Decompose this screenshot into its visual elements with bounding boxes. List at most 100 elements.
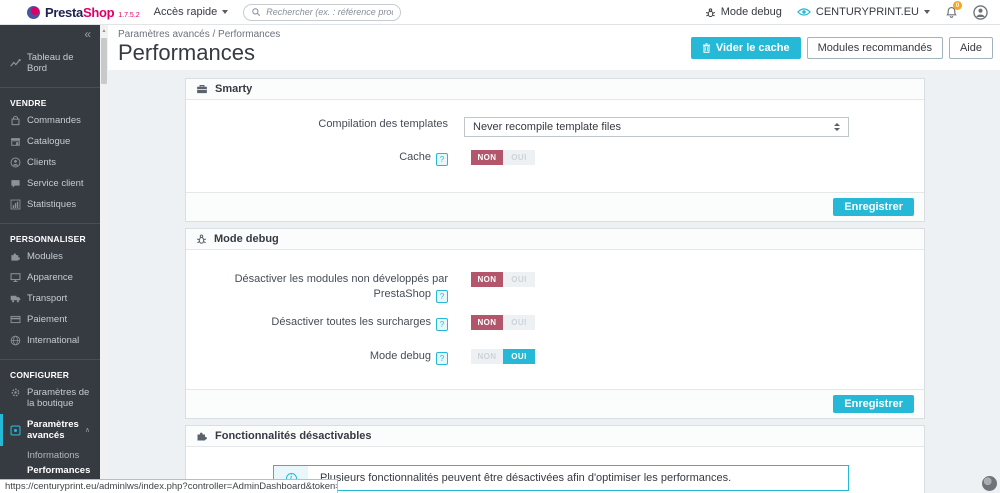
sidebar-item-parametres-boutique[interactable]: Paramètres de la boutique — [0, 382, 100, 414]
bar-chart-icon — [10, 199, 21, 210]
template-compilation-select[interactable]: Never recompile template files — [464, 117, 849, 137]
sidebar-item-commandes[interactable]: Commandes — [0, 110, 100, 131]
select-arrows-icon — [834, 123, 840, 131]
save-button[interactable]: Enregistrer — [833, 198, 914, 216]
toggle-non[interactable]: NON — [471, 272, 503, 287]
divider — [0, 223, 100, 224]
sidebar-item-dashboard[interactable]: Tableau de Bord — [0, 47, 100, 79]
toggle-non[interactable]: NON — [471, 150, 503, 165]
chevron-up-icon: ∧ — [84, 427, 90, 434]
toggle-oui[interactable]: OUI — [503, 349, 535, 364]
quick-access-dropdown[interactable]: Accès rapide — [154, 6, 229, 18]
divider — [0, 87, 100, 88]
overrides-toggle[interactable]: NON OUI — [471, 315, 535, 330]
features-panel-header: Fonctionnalités désactivables — [186, 426, 924, 447]
puzzle-icon — [10, 251, 21, 262]
sidebar-item-international[interactable]: International — [0, 330, 100, 351]
clear-cache-button[interactable]: Vider le cache — [690, 37, 801, 59]
help-label: Aide — [959, 42, 982, 54]
help-icon[interactable]: ? — [436, 290, 448, 303]
sidebar-item-apparence[interactable]: Apparence — [0, 267, 100, 288]
toggle-non[interactable]: NON — [471, 315, 503, 330]
info-alert-text: Plusieurs fonctionnalités peuvent être d… — [320, 472, 732, 484]
sidebar-item-parametres-avances[interactable]: Paramètres avancés ∧ — [0, 414, 100, 446]
toggle-oui[interactable]: OUI — [503, 272, 535, 287]
chevron-down-icon — [222, 10, 229, 14]
sidebar-item-paiement[interactable]: Paiement — [0, 309, 100, 330]
submenu-item-performances[interactable]: Performances — [27, 464, 100, 480]
toggle-oui[interactable]: OUI — [503, 150, 535, 165]
recommended-modules-button[interactable]: Modules recommandés — [806, 37, 943, 59]
page-body: Smarty Compilation des templates Never r… — [108, 70, 1000, 493]
sidebar: « Tableau de Bord VENDRE Commandes Catal… — [0, 25, 100, 493]
save-button[interactable]: Enregistrer — [833, 395, 914, 413]
help-icon[interactable]: ? — [436, 318, 448, 331]
search-input[interactable] — [266, 7, 394, 17]
debug-mode-indicator[interactable]: Mode debug — [705, 6, 782, 18]
sidebar-item-service-client[interactable]: Service client — [0, 173, 100, 194]
sidebar-item-catalogue[interactable]: Catalogue — [0, 131, 100, 152]
sidebar-item-label: Clients — [27, 157, 57, 168]
toggle-oui[interactable]: OUI — [503, 315, 535, 330]
notifications-button[interactable]: 0 — [945, 1, 962, 19]
sidebar-item-label: Commandes — [27, 115, 81, 126]
help-icon[interactable]: ? — [436, 352, 448, 365]
breadcrumb: Paramètres avancés / Performances — [118, 29, 281, 40]
cache-row: Cache? NON OUI — [186, 150, 924, 166]
sidebar-collapse-button[interactable]: « — [0, 25, 100, 41]
bug-icon — [705, 7, 716, 18]
person-icon — [10, 157, 21, 168]
sidebar-item-modules[interactable]: Modules — [0, 246, 100, 267]
prestashop-logo-icon — [27, 5, 40, 19]
user-icon — [973, 4, 988, 20]
topbar-right: Mode debug CENTURYPRINT.EU 0 — [705, 1, 988, 20]
submenu-item-informations[interactable]: Informations — [27, 448, 100, 464]
sidebar-item-label: International — [27, 335, 80, 346]
chat-widget-icon[interactable] — [982, 476, 997, 491]
template-compilation-row: Compilation des templates Never recompil… — [186, 117, 924, 137]
brand-shop: Shop — [82, 4, 115, 20]
debug-mode-toggle[interactable]: NON OUI — [471, 349, 535, 364]
shop-switcher[interactable]: CENTURYPRINT.EU — [796, 6, 930, 18]
non-native-modules-row: Désactiver les modules non développés pa… — [186, 272, 924, 303]
scroll-up-icon[interactable]: ▲ — [100, 25, 108, 37]
help-icon[interactable]: ? — [436, 153, 448, 166]
sidebar-item-label: Tableau de Bord — [27, 52, 74, 74]
account-button[interactable] — [973, 4, 988, 20]
overrides-label: Désactiver toutes les surcharges? — [186, 315, 448, 331]
advanced-settings-icon — [10, 424, 21, 436]
globe-icon — [10, 335, 21, 346]
sidebar-item-transport[interactable]: Transport — [0, 288, 100, 309]
smarty-panel-title: Smarty — [215, 83, 253, 95]
sidebar-item-clients[interactable]: Clients — [0, 152, 100, 173]
prestashop-logo[interactable]: Presta Shop 1.7.5.2 — [27, 5, 140, 20]
debug-panel-header: Mode debug — [186, 229, 924, 250]
main-content: Paramètres avancés / Performances Perfor… — [108, 25, 1000, 493]
scrollbar-thumb[interactable] — [101, 38, 107, 84]
debug-mode-row: Mode debug? NON OUI — [186, 349, 924, 365]
help-button[interactable]: Aide — [948, 37, 993, 59]
smarty-panel-body: Compilation des templates Never recompil… — [186, 100, 924, 192]
sidebar-item-label: Modules — [27, 251, 63, 262]
sidebar-item-label: Paramètres avancés — [27, 419, 79, 441]
credit-card-icon — [10, 314, 21, 325]
select-value: Never recompile template files — [473, 121, 621, 133]
toggle-non[interactable]: NON — [471, 349, 503, 364]
cache-toggle[interactable]: NON OUI — [471, 150, 535, 165]
sidebar-item-label: Catalogue — [27, 136, 71, 147]
browser-status-bar: https://centuryprint.eu/adminlws/index.p… — [0, 479, 338, 493]
template-compilation-label: Compilation des templates — [318, 118, 448, 130]
version-label: 1.7.5.2 — [118, 11, 140, 19]
search-field[interactable] — [243, 3, 402, 21]
sidebar-scrollbar[interactable]: ▲ — [100, 25, 108, 493]
shop-name: CENTURYPRINT.EU — [815, 6, 919, 18]
sidebar-item-statistiques[interactable]: Statistiques — [0, 194, 100, 215]
quick-access-label: Accès rapide — [153, 6, 218, 18]
sidebar-item-label: Statistiques — [27, 199, 77, 210]
briefcase-icon — [196, 83, 208, 95]
cache-label: Cache? — [186, 150, 448, 166]
section-title-personnaliser: PERSONNALISER — [10, 234, 86, 244]
debug-panel-footer: Enregistrer — [186, 389, 924, 418]
non-native-modules-toggle[interactable]: NON OUI — [471, 272, 535, 287]
debug-panel-body: Désactiver les modules non développés pa… — [186, 250, 924, 389]
